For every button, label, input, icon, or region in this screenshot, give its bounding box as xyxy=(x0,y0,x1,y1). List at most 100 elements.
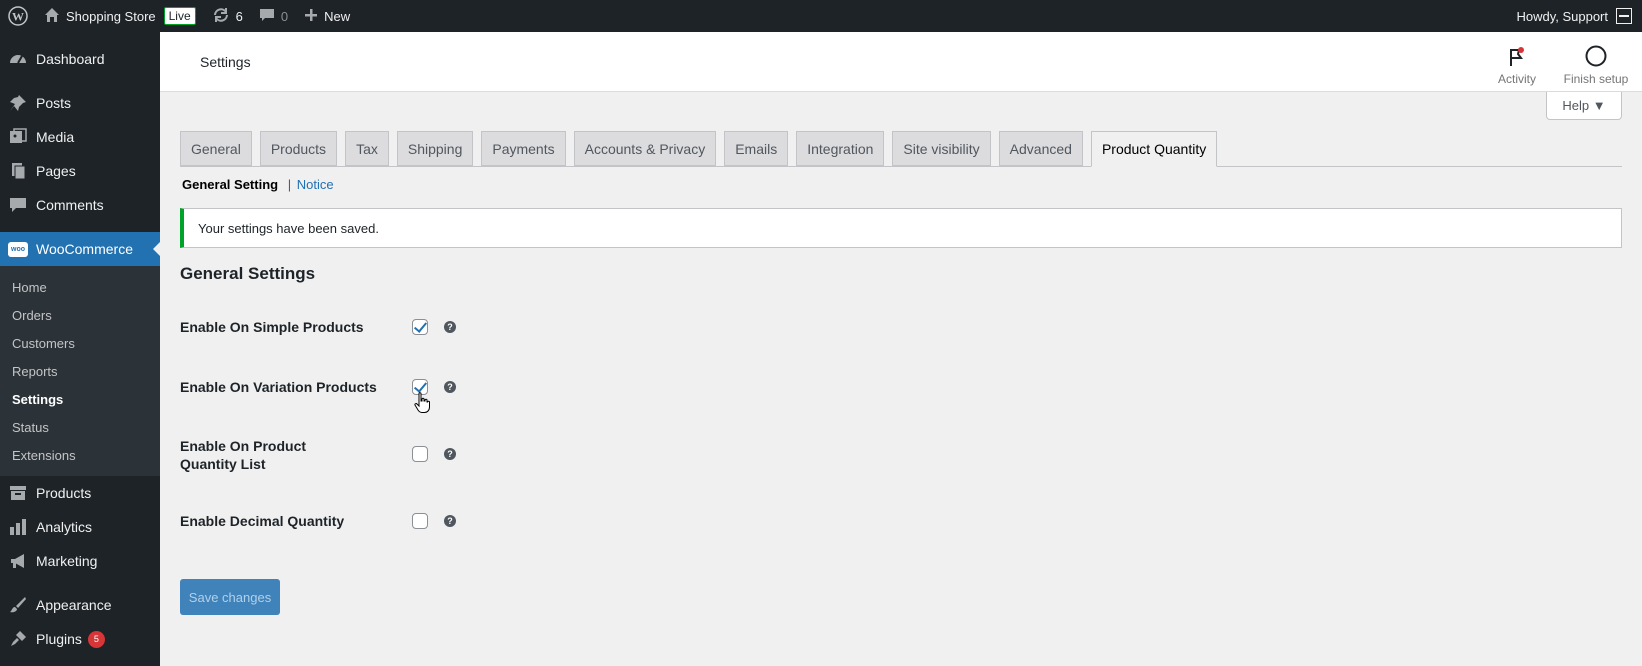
sidebar-item-label: Posts xyxy=(36,95,72,111)
simple-products-checkbox[interactable] xyxy=(412,319,428,335)
sidebar-item-posts[interactable]: Posts xyxy=(0,86,160,120)
updates-count: 6 xyxy=(235,8,243,24)
admin-bar: W Shopping Store Live 6 0 New Howdy, Sup… xyxy=(0,0,1642,32)
help-tip-icon[interactable]: ? xyxy=(444,448,456,460)
tab-emails[interactable]: Emails xyxy=(724,131,789,166)
sidebar-item-label: Pages xyxy=(36,163,76,179)
admin-sidebar: Dashboard Posts Media Pages Comments woo… xyxy=(0,32,161,666)
tab-general[interactable]: General xyxy=(180,131,252,166)
new-label: New xyxy=(324,8,351,24)
hand-cursor-icon xyxy=(414,392,430,417)
subnav-separator: | xyxy=(287,177,292,192)
activity-button[interactable]: Activity xyxy=(1490,40,1544,86)
sidebar-item-label: Media xyxy=(36,129,75,145)
wordpress-icon[interactable]: W xyxy=(0,0,36,32)
tab-advanced[interactable]: Advanced xyxy=(998,131,1083,166)
subnav-general-setting[interactable]: General Setting xyxy=(182,177,278,192)
sidebar-item-appearance[interactable]: Appearance xyxy=(0,588,160,622)
submenu-item-extensions[interactable]: Extensions xyxy=(0,441,160,469)
sidebar-item-woocommerce[interactable]: woo WooCommerce xyxy=(0,232,161,266)
submenu-item-settings[interactable]: Settings xyxy=(0,385,160,413)
woocommerce-submenu: Home Orders Customers Reports Settings S… xyxy=(0,266,160,476)
brush-icon xyxy=(8,595,28,615)
section-title: General Settings xyxy=(180,264,316,283)
tab-products[interactable]: Products xyxy=(259,131,338,166)
comment-icon xyxy=(259,7,275,26)
svg-text:W: W xyxy=(12,10,24,24)
dashboard-icon xyxy=(8,49,28,69)
sidebar-item-label: Dashboard xyxy=(36,51,105,67)
tab-tax[interactable]: Tax xyxy=(345,131,389,166)
submenu-item-customers[interactable]: Customers xyxy=(0,329,160,357)
sidebar-item-label: Appearance xyxy=(36,597,112,613)
woocommerce-icon: woo xyxy=(8,239,28,259)
tab-site-visibility[interactable]: Site visibility xyxy=(892,131,991,166)
sidebar-item-label: Plugins xyxy=(36,631,82,647)
help-tip-icon[interactable]: ? xyxy=(444,321,456,333)
setting-label: Enable On Variation Products xyxy=(180,379,377,395)
new-content-link[interactable]: New xyxy=(296,0,358,32)
howdy-text: Howdy, Support xyxy=(1516,8,1608,24)
woo-logo: woo xyxy=(8,241,28,257)
my-account[interactable]: Howdy, Support xyxy=(1508,0,1642,32)
save-changes-button[interactable]: Save changes xyxy=(180,579,280,615)
sidebar-item-label: Products xyxy=(36,485,92,501)
site-name: Shopping Store xyxy=(66,8,156,24)
flag-icon xyxy=(1490,40,1544,68)
megaphone-icon xyxy=(8,551,28,571)
pin-icon xyxy=(8,93,28,113)
pages-icon xyxy=(8,161,28,181)
setting-label: Enable On Simple Products xyxy=(180,319,364,335)
submenu-item-orders[interactable]: Orders xyxy=(0,301,160,329)
notice-text: Your settings have been saved. xyxy=(198,220,379,236)
sidebar-item-marketing[interactable]: Marketing xyxy=(0,544,160,578)
sidebar-item-comments[interactable]: Comments xyxy=(0,188,160,222)
sidebar-item-plugins[interactable]: Plugins 5 xyxy=(0,622,160,656)
settings-tabs: General Products Tax Shipping Payments A… xyxy=(180,131,1622,167)
tab-integration[interactable]: Integration xyxy=(796,131,885,166)
plugin-icon xyxy=(8,629,28,649)
avatar xyxy=(1616,8,1632,24)
updates-link[interactable]: 6 xyxy=(204,0,251,32)
sidebar-item-analytics[interactable]: Analytics xyxy=(0,510,160,544)
live-badge: Live xyxy=(163,7,196,25)
page-title: Settings xyxy=(200,54,251,70)
bar-chart-icon xyxy=(8,517,28,537)
comment-icon xyxy=(8,195,28,215)
subnav-notice-link[interactable]: Notice xyxy=(297,177,334,192)
tab-product-quantity[interactable]: Product Quantity xyxy=(1090,131,1218,167)
product-quantity-list-checkbox[interactable] xyxy=(412,446,428,462)
setting-label: Enable Decimal Quantity xyxy=(180,513,345,529)
media-icon xyxy=(8,127,28,147)
help-tip-icon[interactable]: ? xyxy=(444,381,456,393)
sidebar-item-label: Marketing xyxy=(36,553,98,569)
help-button[interactable]: Help ▼ xyxy=(1546,92,1622,120)
sidebar-item-products[interactable]: Products xyxy=(0,476,160,510)
progress-ring-icon xyxy=(1558,40,1634,68)
sidebar-item-label: WooCommerce xyxy=(36,241,133,257)
home-icon xyxy=(44,7,60,26)
tab-payments[interactable]: Payments xyxy=(481,131,566,166)
comments-link[interactable]: 0 xyxy=(251,0,296,32)
sidebar-item-pages[interactable]: Pages xyxy=(0,154,160,188)
sidebar-item-label: Comments xyxy=(36,197,104,213)
comments-count: 0 xyxy=(280,8,289,24)
sidebar-item-dashboard[interactable]: Dashboard xyxy=(0,42,160,76)
sidebar-item-media[interactable]: Media xyxy=(0,120,160,154)
sub-navigation: General Setting | Notice xyxy=(182,177,334,192)
sidebar-item-label: Analytics xyxy=(36,519,93,535)
setting-label: Enable On Product Quantity List xyxy=(180,438,307,472)
tab-shipping[interactable]: Shipping xyxy=(396,131,474,166)
finish-setup-button[interactable]: Finish setup xyxy=(1558,40,1634,86)
finish-setup-label: Finish setup xyxy=(1563,72,1629,86)
tab-accounts-privacy[interactable]: Accounts & Privacy xyxy=(573,131,717,166)
submenu-item-status[interactable]: Status xyxy=(0,413,160,441)
archive-icon xyxy=(8,483,28,503)
submenu-item-home[interactable]: Home xyxy=(0,273,160,301)
decimal-quantity-checkbox[interactable] xyxy=(412,513,428,529)
plugins-update-badge: 5 xyxy=(87,630,105,648)
help-tip-icon[interactable]: ? xyxy=(444,515,456,527)
site-name-link[interactable]: Shopping Store Live xyxy=(36,0,204,32)
submenu-item-reports[interactable]: Reports xyxy=(0,357,160,385)
updates-icon xyxy=(212,6,230,27)
